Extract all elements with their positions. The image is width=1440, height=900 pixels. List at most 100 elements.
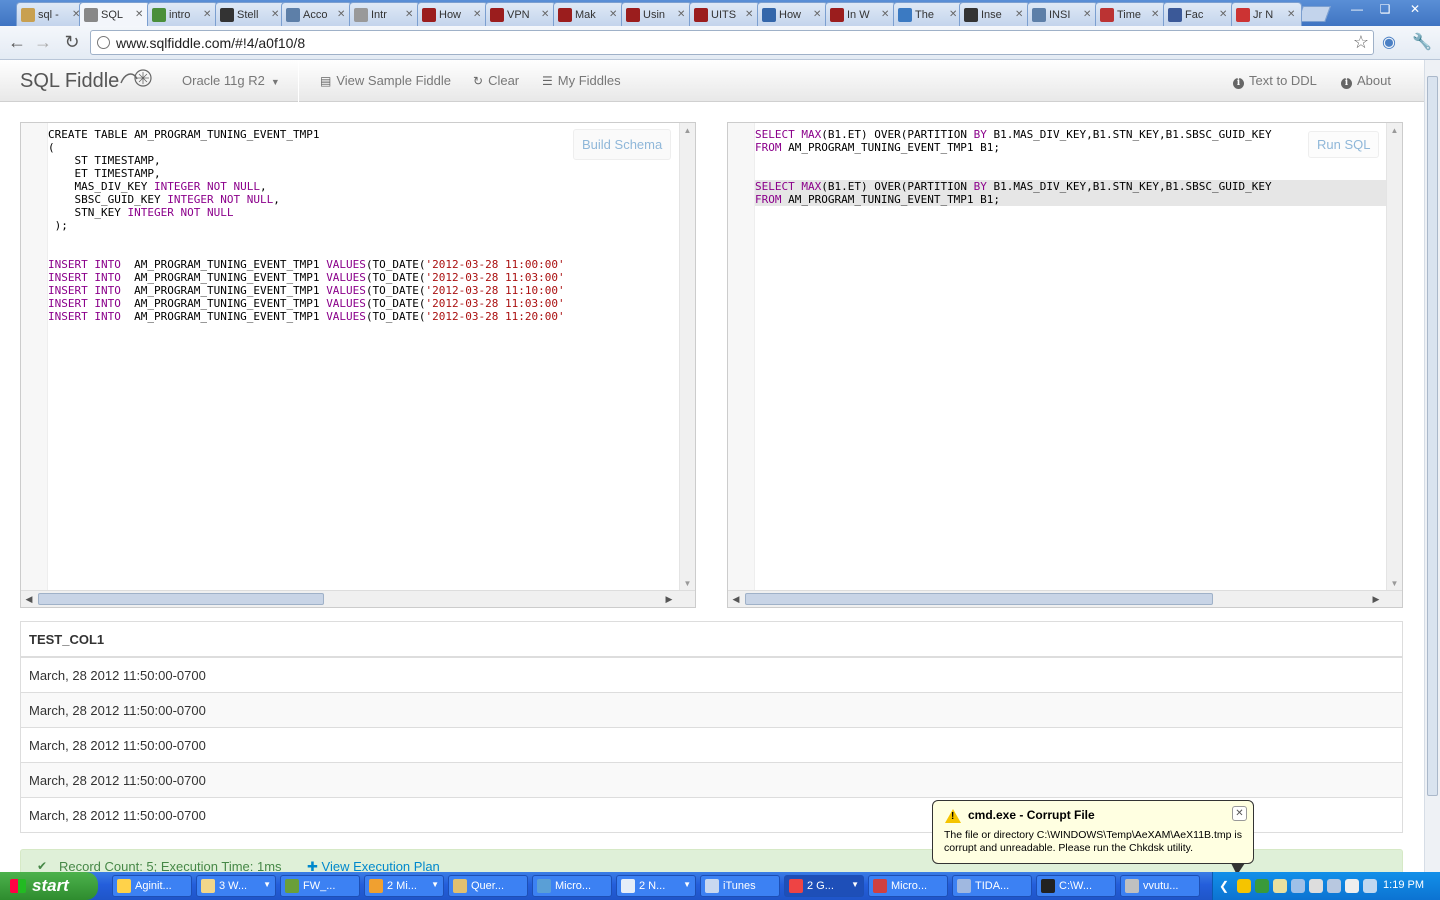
browser-tab[interactable]: Intr ✕: [349, 2, 420, 26]
page-scrollbar[interactable]: [1424, 60, 1440, 872]
code-line[interactable]: 5 MAS_DIV_KEY INTEGER NOT NULL,: [48, 180, 679, 193]
close-tab-icon[interactable]: ✕: [881, 9, 891, 20]
close-tab-icon[interactable]: ✕: [1287, 9, 1297, 20]
browser-tab[interactable]: In W ✕: [825, 2, 896, 26]
taskbar-button[interactable]: Aginit...: [112, 875, 192, 897]
reload-icon[interactable]: ↻: [61, 32, 83, 52]
browser-tab[interactable]: Jr N ✕: [1231, 2, 1302, 26]
view-execution-plan-link[interactable]: ✚ View Execution Plan: [307, 859, 440, 872]
browser-tab[interactable]: Inse ✕: [959, 2, 1030, 26]
close-tab-icon[interactable]: ✕: [1219, 9, 1229, 20]
code-line[interactable]: 10: [48, 245, 679, 258]
chevron-left-icon[interactable]: ❮: [1219, 879, 1233, 893]
display-icon[interactable]: [1345, 879, 1359, 893]
new-tab-button[interactable]: [1297, 6, 1331, 22]
schema-code-area[interactable]: 1CREATE TABLE AM_PROGRAM_TUNING_EVENT_TM…: [48, 128, 679, 588]
close-tab-icon[interactable]: ✕: [271, 9, 281, 20]
code-line[interactable]: 11INSERT INTO AM_PROGRAM_TUNING_EVENT_TM…: [48, 258, 679, 271]
about-link[interactable]: i About: [1341, 73, 1391, 89]
code-line[interactable]: 8: [755, 219, 1386, 232]
view-sample-fiddle-link[interactable]: ▤ View Sample Fiddle: [320, 73, 451, 88]
code-line[interactable]: 1SELECT MAX(B1.ET) OVER(PARTITION BY B1.…: [755, 128, 1386, 141]
network-icon[interactable]: [1255, 879, 1269, 893]
run-sql-button[interactable]: Run SQL: [1308, 131, 1380, 158]
browser-tab[interactable]: UITS ✕: [689, 2, 760, 26]
code-line[interactable]: 5SELECT MAX(B1.ET) OVER(PARTITION BY B1.…: [755, 180, 1386, 193]
close-tab-icon[interactable]: ✕: [203, 9, 213, 20]
code-line[interactable]: 4 ET TIMESTAMP,: [48, 167, 679, 180]
browser-tab[interactable]: intro ✕: [147, 2, 218, 26]
forward-icon[interactable]: →: [32, 32, 54, 52]
taskbar-button[interactable]: 2 N... ▼: [616, 875, 696, 897]
browser-tab[interactable]: Mak ✕: [553, 2, 624, 26]
browser-tab[interactable]: VPN ✕: [485, 2, 556, 26]
taskbar-button[interactable]: vvutu...: [1120, 875, 1200, 897]
taskbar-button[interactable]: Quer...: [448, 875, 528, 897]
browser-tab[interactable]: How ✕: [757, 2, 828, 26]
code-line[interactable]: 6FROM AM_PROGRAM_TUNING_EVENT_TMP1 B1;: [755, 193, 1386, 206]
printer-icon[interactable]: [1309, 879, 1323, 893]
code-line[interactable]: 7 STN_KEY INTEGER NOT NULL: [48, 206, 679, 219]
shield-icon[interactable]: [1291, 879, 1305, 893]
schema-vertical-scrollbar[interactable]: ▲ ▼: [679, 123, 695, 591]
monitor-icon[interactable]: [1363, 879, 1377, 893]
taskbar-button[interactable]: Micro...: [532, 875, 612, 897]
browser-tab[interactable]: The ✕: [893, 2, 964, 26]
close-tab-icon[interactable]: ✕: [1151, 9, 1161, 20]
browser-tab[interactable]: Usin ✕: [621, 2, 692, 26]
query-horizontal-scrollbar[interactable]: ◀ ▶: [728, 590, 1402, 607]
scroll-right-icon[interactable]: ▶: [661, 591, 677, 607]
close-tab-icon[interactable]: ✕: [1015, 9, 1025, 20]
browser-tab[interactable]: INSI ✕: [1027, 2, 1098, 26]
taskbar-button[interactable]: TIDA...: [952, 875, 1032, 897]
close-tab-icon[interactable]: ✕: [1083, 9, 1093, 20]
browser-tab[interactable]: Stell ✕: [215, 2, 286, 26]
code-line[interactable]: 7: [755, 206, 1386, 219]
browser-tab[interactable]: SQL ✕: [79, 2, 150, 26]
database-select[interactable]: Oracle 11g R2 ▼: [182, 73, 280, 88]
query-code-area[interactable]: 1SELECT MAX(B1.ET) OVER(PARTITION BY B1.…: [755, 128, 1386, 588]
taskbar-button[interactable]: 3 W... ▼: [196, 875, 276, 897]
query-editor[interactable]: 1SELECT MAX(B1.ET) OVER(PARTITION BY B1.…: [727, 122, 1403, 608]
close-tab-icon[interactable]: ✕: [473, 9, 483, 20]
scroll-up-icon[interactable]: ▲: [1387, 123, 1402, 138]
text-to-ddl-link[interactable]: i Text to DDL: [1233, 73, 1317, 89]
browser-tab[interactable]: sql - ✕: [16, 2, 87, 26]
scroll-right-icon[interactable]: ▶: [1368, 591, 1384, 607]
close-tab-icon[interactable]: ✕: [541, 9, 551, 20]
code-line[interactable]: 6 SBSC_GUID_KEY INTEGER NOT NULL,: [48, 193, 679, 206]
scroll-down-icon[interactable]: ▼: [1387, 576, 1402, 591]
taskbar-button[interactable]: Micro...: [868, 875, 948, 897]
scroll-left-icon[interactable]: ◀: [728, 591, 744, 607]
taskbar-button[interactable]: iTunes: [700, 875, 780, 897]
brand-title[interactable]: SQL Fiddle: [20, 70, 119, 93]
my-fiddles-link[interactable]: ☰ My Fiddles: [542, 73, 621, 88]
scroll-thumb[interactable]: [745, 593, 1213, 605]
scroll-left-icon[interactable]: ◀: [21, 591, 37, 607]
taskbar-button[interactable]: 2 Mi... ▼: [364, 875, 444, 897]
clear-link[interactable]: ↻ Clear: [473, 73, 519, 88]
code-line[interactable]: 14INSERT INTO AM_PROGRAM_TUNING_EVENT_TM…: [48, 297, 679, 310]
code-line[interactable]: 12INSERT INTO AM_PROGRAM_TUNING_EVENT_TM…: [48, 271, 679, 284]
code-line[interactable]: 15INSERT INTO AM_PROGRAM_TUNING_EVENT_TM…: [48, 310, 679, 323]
schema-horizontal-scrollbar[interactable]: ◀ ▶: [21, 590, 695, 607]
code-line[interactable]: 16: [48, 323, 679, 336]
warning-tray-icon[interactable]: [1237, 879, 1251, 893]
minimize-icon[interactable]: —: [1344, 0, 1370, 18]
close-tab-icon[interactable]: ✕: [949, 9, 959, 20]
lock-icon[interactable]: [1327, 879, 1341, 893]
code-line[interactable]: 8 );: [48, 219, 679, 232]
close-tab-icon[interactable]: ✕: [745, 9, 755, 20]
browser-tab[interactable]: How ✕: [417, 2, 488, 26]
close-icon[interactable]: ✕: [1232, 806, 1247, 821]
close-tab-icon[interactable]: ✕: [405, 9, 415, 20]
code-line[interactable]: 13INSERT INTO AM_PROGRAM_TUNING_EVENT_TM…: [48, 284, 679, 297]
code-line[interactable]: 9: [48, 232, 679, 245]
restore-icon[interactable]: ❑: [1372, 0, 1398, 18]
close-tab-icon[interactable]: ✕: [609, 9, 619, 20]
page-scroll-thumb[interactable]: [1427, 76, 1438, 796]
taskbar-button[interactable]: FW_...: [280, 875, 360, 897]
taskbar-button[interactable]: 2 G... ▼: [784, 875, 864, 897]
start-button[interactable]: start: [0, 872, 98, 900]
close-window-icon[interactable]: ✕: [1402, 0, 1428, 18]
